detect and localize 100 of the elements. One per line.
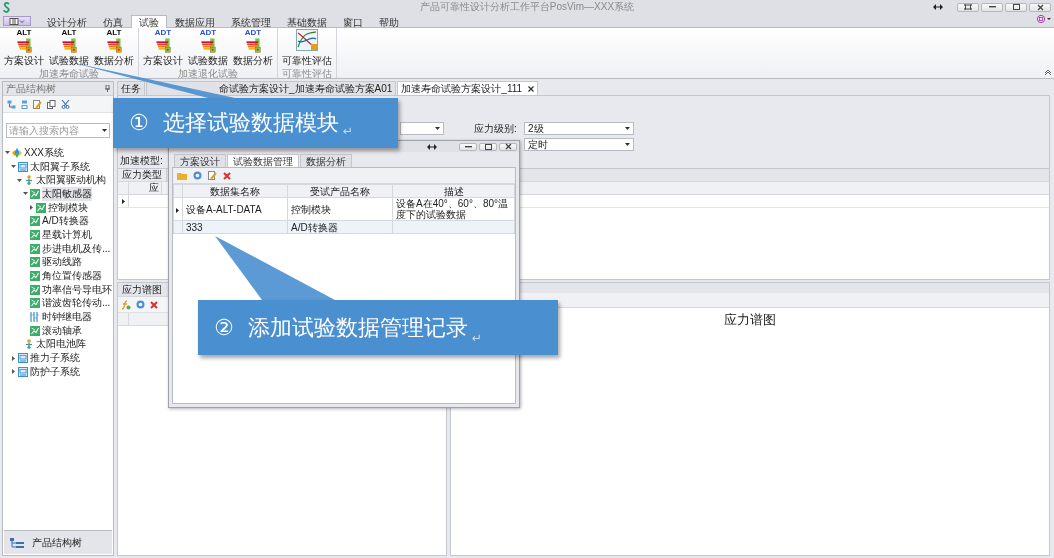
resize-icon[interactable] [427,143,437,150]
stacked-bars-icon [245,37,261,53]
tree-item[interactable]: 时钟继电器 [42,310,92,325]
tree-item[interactable]: 太阳翼子系统 [30,159,90,174]
fullscreen-button[interactable] [957,2,979,12]
table-cell: 控制模块 [287,197,393,221]
maximize-button[interactable] [479,142,497,151]
tree-item[interactable]: 功率信号导电环 [42,282,112,297]
caret-icon[interactable] [102,129,107,132]
tree-item[interactable]: 太阳敏感器 [42,186,92,201]
minimize-button[interactable] [459,142,477,151]
document-tab[interactable]: 任务 [117,81,145,95]
component-chart-icon [30,271,40,282]
column-header: 应 [129,182,162,194]
dropdown-field[interactable] [400,122,444,135]
ribbon-button[interactable]: ALT 方案设计 [2,28,46,68]
ribbon-button[interactable]: ADT 试验数据 [186,28,230,68]
ribbon-tab[interactable]: 系统管理 [223,15,279,28]
tree-item[interactable]: 角位置传感器 [42,269,102,284]
chart-title: 应力谱图 [724,311,776,329]
delete-icon[interactable] [150,300,158,309]
tree-item[interactable]: 推力子系统 [30,351,80,366]
expand-arrow-icon[interactable] [11,355,16,361]
dialog-tab[interactable]: 数据分析 [300,154,352,167]
component-chart-icon [30,216,40,227]
function-icon[interactable] [121,299,131,310]
expand-arrow-icon[interactable] [29,205,34,211]
tree-item[interactable]: 防护子系统 [30,364,80,379]
tree-item[interactable]: 驱动线路 [42,255,82,270]
close-icon [1036,3,1044,11]
relay-icon [30,312,40,323]
dialog-tab[interactable]: 方案设计 [174,154,226,167]
close-icon[interactable] [528,85,535,92]
dropdown-field[interactable]: 2级 [524,122,634,135]
tree-item[interactable]: 控制模块 [48,200,88,215]
collapse-arrow-icon[interactable] [23,191,28,197]
edit-icon[interactable] [33,99,42,109]
delete-icon[interactable] [223,171,231,180]
expand-tree-icon[interactable] [7,99,16,109]
close-button[interactable] [1029,2,1051,12]
copy-icon[interactable] [47,99,56,109]
ribbon-button[interactable]: ADT 方案设计 [141,28,185,68]
component-chart-icon [30,325,40,336]
ribbon-tab[interactable]: 仿真 [95,15,131,28]
search-field[interactable]: 请输入搜索内容 [6,123,110,138]
close-button[interactable] [499,142,517,151]
stacked-bars-icon [200,37,216,53]
ribbon-tab[interactable]: 试验 [131,15,167,28]
tree-item[interactable]: 星载计算机 [42,227,92,242]
ribbon-button[interactable]: 可靠性评估 [280,28,334,68]
style-menu-icon[interactable] [1037,15,1051,23]
expand-arrow-icon[interactable] [11,369,16,375]
connector-node-icon [24,175,34,186]
tree-item[interactable]: A/D转换器 [42,214,89,229]
stacked-bars-icon [155,37,171,53]
column-header: 描述 [392,184,515,198]
info-circle-icon[interactable] [136,300,145,309]
group-title: 加速寿命试验 [38,68,100,80]
maximize-icon [1012,4,1020,10]
ribbon-tab[interactable]: 数据应用 [167,15,223,28]
application-menu-button[interactable] [3,16,31,26]
collapse-ribbon-icon[interactable] [1044,70,1052,76]
tree-item[interactable]: 谐波齿轮传动... [42,296,111,311]
cut-icon[interactable] [61,99,70,109]
add-circle-icon[interactable] [193,171,202,180]
dropdown-field[interactable]: 定时 [524,138,634,151]
ribbon-tab[interactable]: 基础数据 [279,15,335,28]
icon-caption: ALT [106,29,122,37]
caret-icon[interactable] [625,143,630,146]
caret-icon[interactable] [625,127,630,130]
tree-item[interactable]: 滚动轴承 [42,323,82,338]
collapse-arrow-icon[interactable] [5,150,10,156]
collapse-arrow-icon[interactable] [17,177,22,183]
pin-icon[interactable] [105,85,110,92]
icon-caption: ADT [199,29,217,37]
sidebar-footer-button[interactable]: 产品结构树 [4,530,112,554]
ribbon-button[interactable]: ADT 数据分析 [231,28,275,68]
dialog-tab[interactable]: 试验数据管理 [227,154,299,167]
ribbon-tab[interactable]: 窗口 [335,15,371,28]
component-chart-icon [30,243,40,254]
caret-icon[interactable] [435,127,440,130]
tree-item[interactable]: 太阳翼驱动机构 [36,173,106,188]
ribbon-tab[interactable]: 帮助 [371,15,407,28]
collapse-arrow-icon[interactable] [11,164,16,170]
edit-icon[interactable] [208,171,217,180]
minimize-button[interactable] [981,2,1003,12]
collapse-tree-icon[interactable] [21,99,28,109]
tree-item[interactable]: 太阳电池阵 [36,337,86,352]
component-chart-icon [30,257,40,268]
icon-caption: ADT [244,29,262,37]
maximize-button[interactable] [1005,2,1027,12]
resize-icon[interactable] [933,4,943,10]
tree-item[interactable]: 步进电机及传... [42,241,111,256]
document-tab[interactable]: 加速寿命试验方案设计_111 [397,81,539,95]
tree-item[interactable]: XXX系统 [24,145,64,160]
ribbon-tab[interactable]: 设计分析 [39,15,95,28]
panel-title: 产品结构树 [6,81,56,96]
ribbon-button[interactable]: ALT 试验数据 [47,28,91,68]
document-tab[interactable]: 命试验方案设计_加速寿命试验方案A01 [146,81,397,95]
ribbon-button[interactable]: ALT 数据分析 [92,28,136,68]
